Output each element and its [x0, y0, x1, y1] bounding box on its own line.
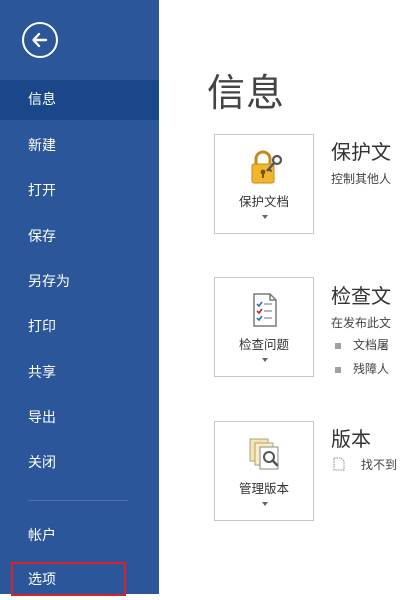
manage-versions-button[interactable]: 管理版本	[214, 421, 314, 521]
sidebar-item-info[interactable]: 信息	[0, 80, 159, 120]
check-issues-label: 检查问题	[238, 337, 289, 352]
sidebar-item-print[interactable]: 打印	[0, 307, 159, 347]
sidebar-item-save[interactable]: 保存	[0, 217, 159, 257]
bullet-icon	[335, 342, 341, 349]
sidebar-item-options[interactable]: 选项	[0, 560, 159, 600]
sidebar-item-account[interactable]: 帐户	[0, 516, 159, 556]
versions-section-title: 版本	[331, 427, 371, 451]
sidebar-divider	[28, 500, 128, 501]
inspect-bullet-item: 文档屠	[335, 336, 389, 353]
manage-versions-label: 管理版本	[238, 481, 289, 496]
bullet-icon	[335, 366, 341, 373]
inspect-document-icon	[253, 293, 277, 327]
lock-key-icon	[251, 150, 283, 184]
info-panel: 信息 保护文档 保护文 控制其他人 检查问题 检查文 在发布此文 文档屠 残障人…	[159, 0, 400, 594]
arrow-left-icon	[32, 32, 48, 48]
document-icon	[333, 457, 345, 471]
protect-section-description: 控制其他人	[331, 172, 392, 186]
protect-document-button[interactable]: 保护文档	[214, 134, 314, 234]
chevron-down-icon	[262, 215, 268, 219]
back-button[interactable]	[22, 22, 58, 58]
sidebar-item-close[interactable]: 关闭	[0, 443, 159, 483]
backstage-sidebar: 信息 新建 打开 保存 另存为 打印 共享 导出 关闭 帐户 选项	[0, 0, 159, 596]
inspect-section-description: 在发布此文	[331, 316, 392, 330]
sidebar-item-share[interactable]: 共享	[0, 353, 159, 393]
chevron-down-icon	[262, 502, 268, 506]
sidebar-item-new[interactable]: 新建	[0, 126, 159, 166]
protect-section-title: 保护文	[331, 140, 391, 164]
chevron-down-icon	[262, 358, 268, 362]
sidebar-item-save-as[interactable]: 另存为	[0, 262, 159, 302]
protect-document-label: 保护文档	[238, 194, 289, 209]
manage-versions-icon	[249, 438, 279, 470]
inspect-section-title: 检查文	[331, 284, 391, 308]
sidebar-item-open[interactable]: 打开	[0, 171, 159, 211]
sidebar-item-export[interactable]: 导出	[0, 398, 159, 438]
inspect-bullet-item: 残障人	[335, 360, 389, 377]
check-issues-button[interactable]: 检查问题	[214, 277, 314, 377]
page-title: 信息	[207, 71, 286, 115]
versions-section-description: 找不到	[361, 458, 398, 472]
